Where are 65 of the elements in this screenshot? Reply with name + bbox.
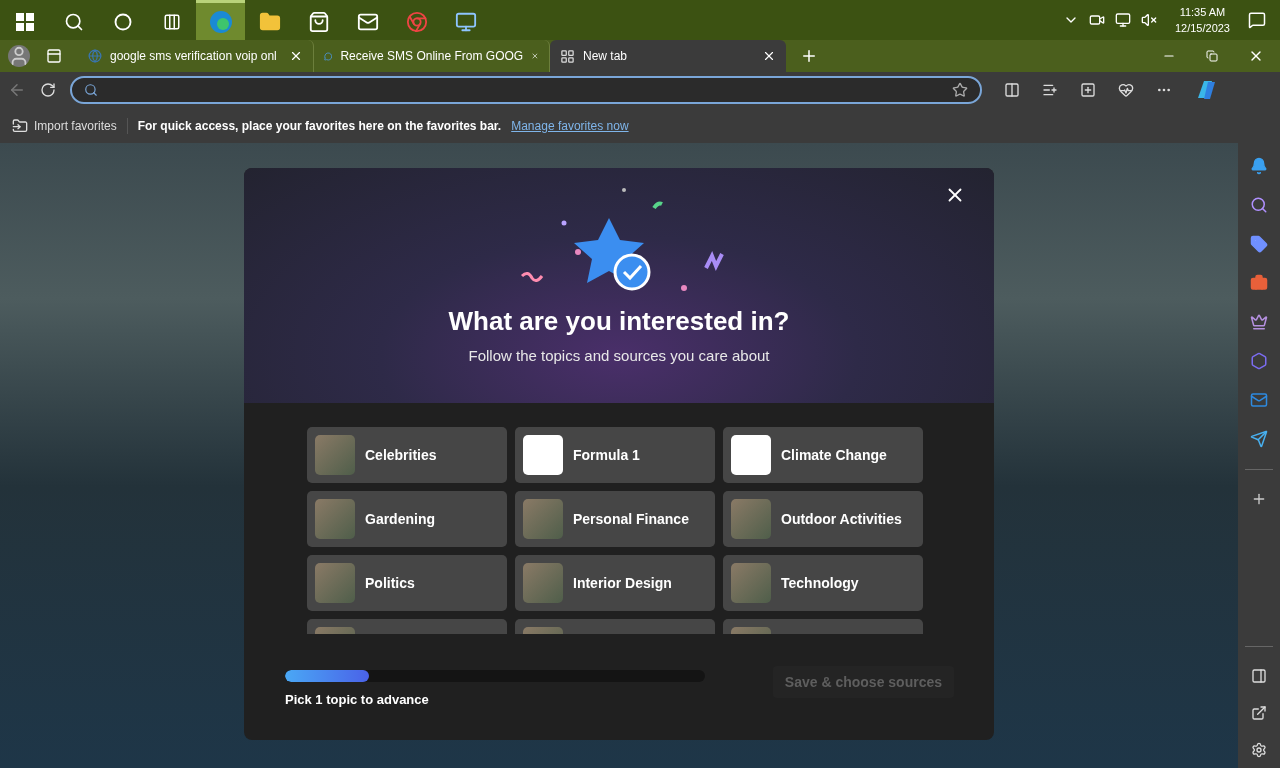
external-link-icon[interactable] [1251, 705, 1267, 721]
favorites-list-icon[interactable] [1042, 82, 1058, 98]
tag-icon[interactable] [1250, 235, 1268, 253]
topic-card[interactable]: Politics [307, 555, 507, 611]
dialog-title: What are you interested in? [448, 306, 790, 337]
globe-icon [88, 49, 102, 63]
photo-placeholder [315, 435, 355, 475]
task-view-icon[interactable] [162, 12, 181, 31]
photo-placeholder [523, 563, 563, 603]
topic-card[interactable]: Interior Design [515, 555, 715, 611]
refresh-icon[interactable] [40, 82, 56, 98]
favorite-star-icon[interactable] [952, 82, 968, 98]
hexagon-icon[interactable] [1250, 352, 1268, 370]
tab-actions-icon[interactable] [46, 48, 62, 64]
restore-icon[interactable] [1206, 50, 1218, 62]
photo-placeholder [315, 563, 355, 603]
collections-icon[interactable] [1080, 82, 1096, 98]
photo-placeholder [731, 499, 771, 539]
address-field[interactable] [70, 76, 982, 104]
search-icon[interactable] [63, 11, 84, 32]
topic-card[interactable]: Gardening [307, 491, 507, 547]
close-icon[interactable] [762, 49, 776, 63]
clock-date: 12/15/2023 [1174, 21, 1230, 36]
heart-pulse-icon[interactable] [1118, 82, 1134, 98]
topic-card[interactable]: Celebrities [307, 427, 507, 483]
topic-logo [523, 435, 563, 475]
import-favorites-link[interactable]: Import favorites [34, 118, 117, 133]
topic-logo [731, 435, 771, 475]
network-icon[interactable] [1114, 12, 1131, 28]
topic-card[interactable]: Outdoor Activities [723, 491, 923, 547]
grid-icon [560, 48, 575, 64]
new-tab-icon[interactable] [800, 47, 818, 65]
folder-icon[interactable] [258, 10, 281, 33]
progress-label: Pick 1 topic to advance [285, 692, 430, 707]
briefcase-icon[interactable] [1250, 274, 1268, 292]
search-icon [84, 83, 98, 97]
notifications-icon[interactable] [1248, 11, 1266, 29]
panel-icon[interactable] [1251, 668, 1267, 684]
paper-plane-icon[interactable] [1250, 430, 1268, 448]
add-icon[interactable] [1251, 491, 1267, 507]
photo-placeholder [731, 563, 771, 603]
monitor-icon[interactable] [454, 10, 477, 33]
photo-placeholder [315, 499, 355, 539]
circle-icon[interactable] [113, 12, 132, 31]
dialog-subtitle: Follow the topics and sources you care about [468, 347, 770, 364]
favorites-hint: For quick access, place your favorites here on the favorites bar. [137, 118, 502, 133]
topic-card[interactable]: Personal Finance [515, 491, 715, 547]
manage-favorites-link[interactable]: Manage favorites now [511, 118, 629, 133]
bell-icon[interactable] [1250, 157, 1268, 175]
settings-icon[interactable] [1251, 742, 1267, 758]
topic-card[interactable]: Technology [723, 555, 923, 611]
import-icon [12, 117, 28, 134]
speaker-muted-icon[interactable] [1140, 12, 1157, 28]
browser-tab[interactable]: New tab [550, 40, 786, 72]
photo-placeholder [523, 499, 563, 539]
close-icon[interactable] [289, 49, 303, 63]
clock-time: 11:35 AM [1179, 5, 1226, 20]
split-screen-icon[interactable] [1004, 82, 1020, 98]
search-icon[interactable] [1250, 196, 1268, 214]
windows-logo-icon[interactable] [15, 12, 34, 31]
topic-card[interactable]: Climate Change [723, 427, 923, 483]
topic-card[interactable]: Formula 1 [515, 427, 715, 483]
camera-icon[interactable] [1088, 12, 1105, 28]
store-bag-icon[interactable] [307, 10, 330, 33]
profile-avatar-icon[interactable] [8, 45, 30, 67]
